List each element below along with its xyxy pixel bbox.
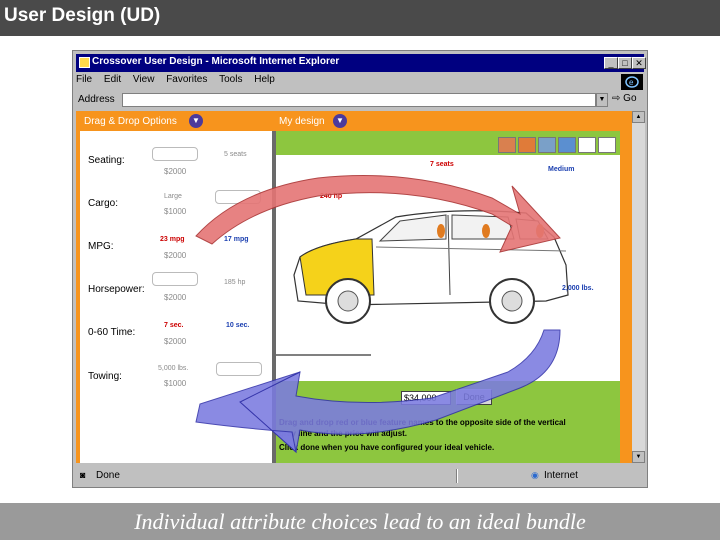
done-button[interactable]: Done <box>456 389 492 405</box>
slide-title-bar: User Design (UD) <box>0 0 720 36</box>
front-hub <box>337 290 359 312</box>
address-bar: Address ▼ ⇨ Go <box>76 92 644 109</box>
color-swatch-bar <box>276 131 620 155</box>
scroll-up-icon[interactable]: ▲ <box>632 111 645 123</box>
svg-text:e: e <box>629 78 634 87</box>
menu-favorites[interactable]: Favorites <box>166 74 207 85</box>
browser-titlebar: Crossover User Design - Microsoft Intern… <box>76 54 646 72</box>
horsepower-label: Horsepower: <box>88 284 145 295</box>
zero-sixty-option-blue[interactable]: 10 sec. <box>226 322 249 329</box>
towing-option-box[interactable] <box>216 362 262 376</box>
car-seats-label[interactable]: 7 seats <box>430 161 454 168</box>
towing-option[interactable]: 5,000 lbs. <box>158 365 188 372</box>
menu-help[interactable]: Help <box>254 74 275 85</box>
drag-drop-options-label: Drag & Drop Options <box>84 116 177 127</box>
mpg-price: $2000 <box>164 251 187 260</box>
address-dropdown-icon[interactable]: ▼ <box>596 93 608 107</box>
car-towing-label[interactable]: 2,000 lbs. <box>562 285 594 292</box>
color-swatch-3[interactable] <box>538 137 556 153</box>
zero-sixty-option-red[interactable]: 7 sec. <box>164 322 183 329</box>
seat-middle <box>482 224 490 238</box>
maximize-button[interactable]: □ <box>618 57 632 69</box>
address-input[interactable] <box>122 93 596 107</box>
zero-sixty-price: $2000 <box>164 337 187 346</box>
minimize-button[interactable]: _ <box>604 57 618 69</box>
my-design-label: My design <box>279 116 325 127</box>
menu-bar: File Edit View Favorites Tools Help <box>76 74 622 90</box>
seating-option-box[interactable] <box>152 147 198 161</box>
zero-sixty-label: 0-60 Time: <box>88 327 136 338</box>
cargo-label: Cargo: <box>88 198 119 209</box>
slide-title: User Design (UD) <box>4 5 161 26</box>
color-swatch-6[interactable] <box>598 137 616 153</box>
right-edge-bar <box>620 131 632 463</box>
drag-drop-dropdown-icon[interactable]: ▼ <box>189 114 203 128</box>
menu-file[interactable]: File <box>76 74 92 85</box>
ie-throbber-icon: e <box>621 74 643 90</box>
horsepower-option-box[interactable] <box>152 272 198 286</box>
scroll-down-icon[interactable]: ▼ <box>632 451 645 463</box>
address-label: Address <box>78 94 115 105</box>
status-text: Done <box>96 470 120 481</box>
towing-price: $1000 <box>164 379 187 388</box>
status-bar: ◙ Done ◉ Internet <box>76 468 644 484</box>
price-field: $34,000 <box>401 391 451 405</box>
vehicle-illustration <box>276 210 569 356</box>
checkout-bar: $34,000 Done Drag and drop red or blue f… <box>276 381 620 463</box>
window-title: Crossover User Design - Microsoft Intern… <box>92 56 340 67</box>
caption-bar: Individual attribute choices lead to an … <box>0 503 720 540</box>
internet-zone-icon: ◉ <box>531 470 539 480</box>
horsepower-price: $2000 <box>164 293 187 302</box>
cargo-option[interactable]: Large <box>164 193 182 200</box>
instruction-line-1: Drag and drop red or blue feature names … <box>279 418 566 427</box>
mpg-option-red[interactable]: 23 mpg <box>160 236 185 243</box>
go-arrow-icon: ⇨ <box>612 93 621 104</box>
instruction-line-3: Click done when you have configured your… <box>279 443 495 452</box>
my-design-area: 7 seats Medium 240 hp 2,000 lbs. <box>276 155 620 381</box>
seating-label: Seating: <box>88 155 125 166</box>
menu-view[interactable]: View <box>133 74 155 85</box>
cargo-option-box[interactable] <box>215 190 261 204</box>
instruction-line-2: gray line and the price will adjust. <box>279 429 408 438</box>
horsepower-option[interactable]: 185 hp <box>224 279 245 286</box>
cargo-price: $1000 <box>164 207 187 216</box>
go-label: Go <box>623 93 637 104</box>
browser-window: Crossover User Design - Microsoft Intern… <box>72 50 648 488</box>
menu-edit[interactable]: Edit <box>104 74 121 85</box>
seat-front <box>437 224 445 238</box>
zone-text: Internet <box>544 470 578 481</box>
options-header-bar: Drag & Drop Options ▼ My design ▼ <box>76 111 632 131</box>
towing-label: Towing: <box>88 371 122 382</box>
rear-hub <box>501 290 523 312</box>
car-horsepower-label[interactable]: 240 hp <box>320 193 342 200</box>
vertical-scrollbar[interactable]: ▲ ▼ <box>632 111 645 463</box>
color-swatch-1[interactable] <box>498 137 516 153</box>
menu-tools[interactable]: Tools <box>219 74 242 85</box>
my-design-dropdown-icon[interactable]: ▼ <box>333 114 347 128</box>
seat-rear <box>536 224 544 238</box>
go-button[interactable]: ⇨ Go <box>612 93 637 104</box>
slide-caption: Individual attribute choices lead to an … <box>134 509 586 534</box>
options-panel: Seating: 5 seats $2000 Cargo: Large $100… <box>80 131 272 463</box>
color-swatch-4[interactable] <box>558 137 576 153</box>
mpg-label: MPG: <box>88 241 114 252</box>
color-swatch-5[interactable] <box>578 137 596 153</box>
ie-app-icon <box>79 57 90 68</box>
page-status-icon: ◙ <box>80 470 86 480</box>
seating-price: $2000 <box>164 167 187 176</box>
color-swatch-2[interactable] <box>518 137 536 153</box>
seating-option[interactable]: 5 seats <box>224 151 247 158</box>
car-cargo-label[interactable]: Medium <box>548 166 574 173</box>
status-divider <box>456 469 458 483</box>
page-content: Drag & Drop Options ▼ My design ▼ Seatin… <box>76 111 632 463</box>
mpg-option-blue[interactable]: 17 mpg <box>224 236 249 243</box>
close-button[interactable]: ✕ <box>632 57 646 69</box>
